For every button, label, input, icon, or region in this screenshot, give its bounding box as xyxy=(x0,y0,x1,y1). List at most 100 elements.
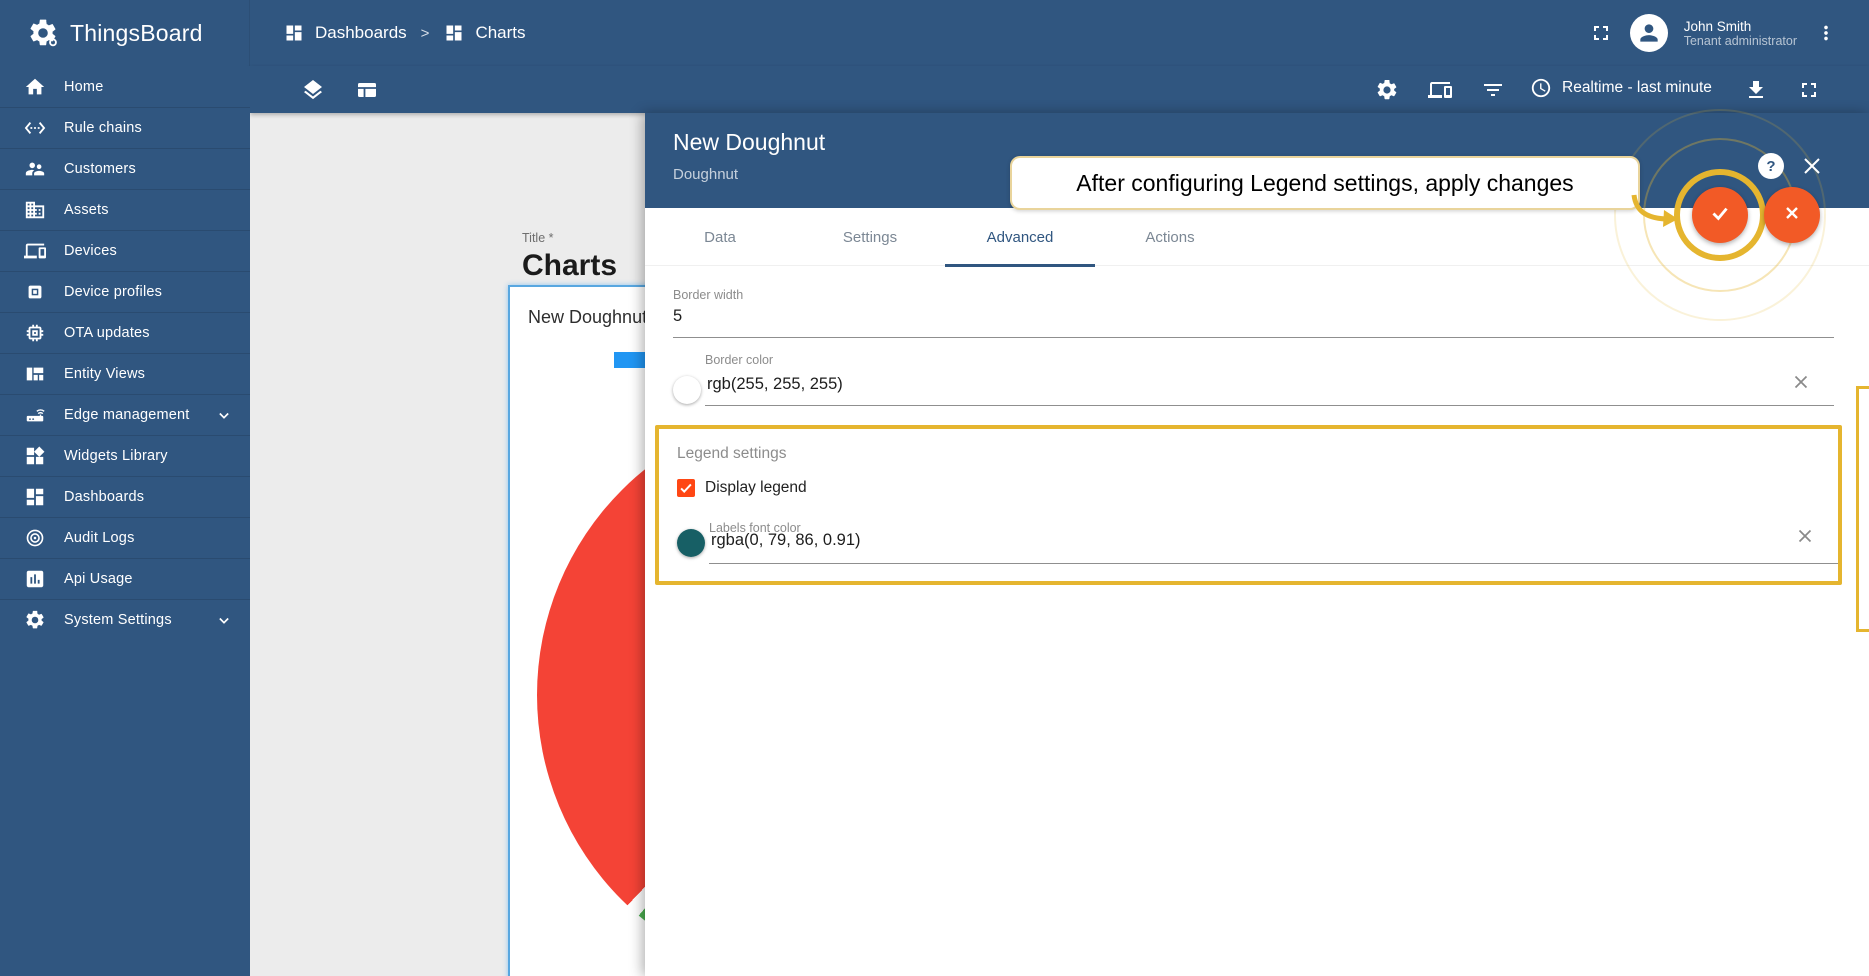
top-header: ThingsBoard Dashboards > Charts John Smi… xyxy=(0,0,1869,66)
display-legend-checkbox[interactable] xyxy=(677,479,695,497)
border-width-input[interactable]: 5 xyxy=(673,307,682,326)
sidebar-item-rule-chains[interactable]: Rule chains xyxy=(0,107,250,148)
home-icon xyxy=(24,76,46,98)
sidebar-item-label: Entity Views xyxy=(64,366,145,382)
sidebar-item-device-profiles[interactable]: Device profiles xyxy=(0,271,250,312)
chevron-down-icon xyxy=(214,406,234,431)
sidebar-item-home[interactable]: Home xyxy=(0,66,250,107)
timewindow-button[interactable]: Realtime - last minute xyxy=(1530,77,1712,99)
border-width-label: Border width xyxy=(673,288,743,302)
clock-icon xyxy=(1530,77,1552,99)
fullscreen-icon[interactable] xyxy=(1796,77,1822,103)
sidebar-nav: Home Rule chains Customers Assets Device… xyxy=(0,66,250,976)
sidebar-item-devices[interactable]: Devices xyxy=(0,230,250,271)
devices-icon xyxy=(24,240,46,262)
system-settings-icon xyxy=(24,609,46,631)
legend-settings-title: Legend settings xyxy=(677,445,786,463)
sidebar-item-assets[interactable]: Assets xyxy=(0,189,250,230)
sidebar-item-label: Home xyxy=(64,79,103,95)
offscreen-highlighted-element xyxy=(1856,386,1869,632)
sidebar-item-widgets-library[interactable]: Widgets Library xyxy=(0,435,250,476)
border-color-input[interactable]: rgb(255, 255, 255) xyxy=(707,375,843,394)
question-mark-icon: ? xyxy=(1766,158,1775,175)
audit-logs-icon xyxy=(24,527,46,549)
border-color-label: Border color xyxy=(705,353,773,367)
dashboard-title-value[interactable]: Charts xyxy=(522,249,617,283)
user-block: John Smith Tenant administrator xyxy=(1588,0,1839,66)
avatar[interactable] xyxy=(1630,14,1668,52)
sidebar-item-label: Devices xyxy=(64,243,117,259)
breadcrumb-separator: > xyxy=(421,25,430,42)
tab-data[interactable]: Data xyxy=(645,208,795,266)
sidebar-item-label: Widgets Library xyxy=(64,448,168,464)
sidebar-item-customers[interactable]: Customers xyxy=(0,148,250,189)
sidebar-item-api-usage[interactable]: Api Usage xyxy=(0,558,250,599)
widget-config-drawer: New Doughnut Doughnut Data Settings Adva… xyxy=(645,113,1869,976)
highlight-arrow-icon xyxy=(1630,192,1682,239)
filter-icon[interactable] xyxy=(1480,77,1506,103)
labels-font-color-underline xyxy=(709,563,1838,564)
edge-management-icon xyxy=(24,404,46,426)
border-color-swatch[interactable] xyxy=(673,376,701,404)
tab-settings[interactable]: Settings xyxy=(795,208,945,266)
widgets-library-icon xyxy=(24,445,46,467)
tab-advanced[interactable]: Advanced xyxy=(945,208,1095,266)
border-color-clear-icon[interactable] xyxy=(1790,371,1812,393)
widget-title: New Doughnut xyxy=(528,307,647,328)
app-logo[interactable]: ThingsBoard xyxy=(0,0,250,66)
labels-font-color-clear-icon[interactable] xyxy=(1794,525,1816,547)
display-legend-label[interactable]: Display legend xyxy=(705,479,807,497)
dashboard-title-label: Title * xyxy=(522,231,617,245)
timewindow-label: Realtime - last minute xyxy=(1562,79,1712,97)
sidebar-item-label: Api Usage xyxy=(64,571,133,587)
sidebar-item-ota-updates[interactable]: OTA updates xyxy=(0,312,250,353)
legend-settings-section: Legend settings Display legend Labels fo… xyxy=(655,425,1842,585)
assets-icon xyxy=(24,199,46,221)
sidebar-item-label: Device profiles xyxy=(64,284,162,300)
check-icon xyxy=(1708,201,1732,230)
app-name: ThingsBoard xyxy=(70,20,203,47)
dashboards-icon xyxy=(24,486,46,508)
rule-chains-icon xyxy=(24,117,46,139)
apply-changes-button[interactable] xyxy=(1692,187,1748,243)
sidebar-item-label: Edge management xyxy=(64,407,190,423)
layers-icon[interactable] xyxy=(300,77,326,103)
charts-grid-icon xyxy=(443,22,465,44)
entity-views-icon xyxy=(24,363,46,385)
drawer-close-button[interactable] xyxy=(1801,155,1823,177)
sidebar-item-system-settings[interactable]: System Settings xyxy=(0,599,250,640)
gear-icon[interactable] xyxy=(1374,77,1400,103)
labels-font-color-swatch[interactable] xyxy=(677,529,705,557)
sidebar-item-edge-management[interactable]: Edge management xyxy=(0,394,250,435)
labels-font-color-input[interactable]: rgba(0, 79, 86, 0.91) xyxy=(711,531,861,550)
breadcrumb-dashboards[interactable]: Dashboards xyxy=(315,23,407,43)
sidebar-item-label: Audit Logs xyxy=(64,530,135,546)
entities-icon[interactable] xyxy=(1427,77,1453,103)
user-name: John Smith xyxy=(1684,19,1797,34)
customers-icon xyxy=(24,158,46,180)
api-usage-icon xyxy=(24,568,46,590)
tab-actions[interactable]: Actions xyxy=(1095,208,1245,266)
thingsboard-app: ThingsBoard Dashboards > Charts John Smi… xyxy=(0,0,1869,976)
fullscreen-icon[interactable] xyxy=(1588,20,1614,46)
device-profiles-icon xyxy=(24,281,46,303)
chevron-down-icon xyxy=(214,611,234,636)
drawer-widget-subtitle: Doughnut xyxy=(673,166,738,183)
sidebar-item-label: Dashboards xyxy=(64,489,144,505)
onboarding-tooltip: After configuring Legend settings, apply… xyxy=(1010,156,1640,210)
help-button[interactable]: ? xyxy=(1758,153,1784,179)
border-color-underline xyxy=(705,405,1834,406)
sidebar-item-audit-logs[interactable]: Audit Logs xyxy=(0,517,250,558)
ota-updates-icon xyxy=(24,322,46,344)
layout-icon[interactable] xyxy=(354,77,380,103)
breadcrumb-charts[interactable]: Charts xyxy=(475,23,525,43)
download-icon[interactable] xyxy=(1743,77,1769,103)
breadcrumb: Dashboards > Charts xyxy=(283,0,526,66)
cancel-changes-button[interactable] xyxy=(1764,187,1820,243)
sidebar-item-dashboards[interactable]: Dashboards xyxy=(0,476,250,517)
sidebar-item-entity-views[interactable]: Entity Views xyxy=(0,353,250,394)
more-vert-icon[interactable] xyxy=(1813,20,1839,46)
dashboard-title-field[interactable]: Title * Charts xyxy=(522,231,617,283)
dashboard-toolbar: Realtime - last minute xyxy=(250,66,1869,113)
drawer-widget-title: New Doughnut xyxy=(673,129,825,156)
